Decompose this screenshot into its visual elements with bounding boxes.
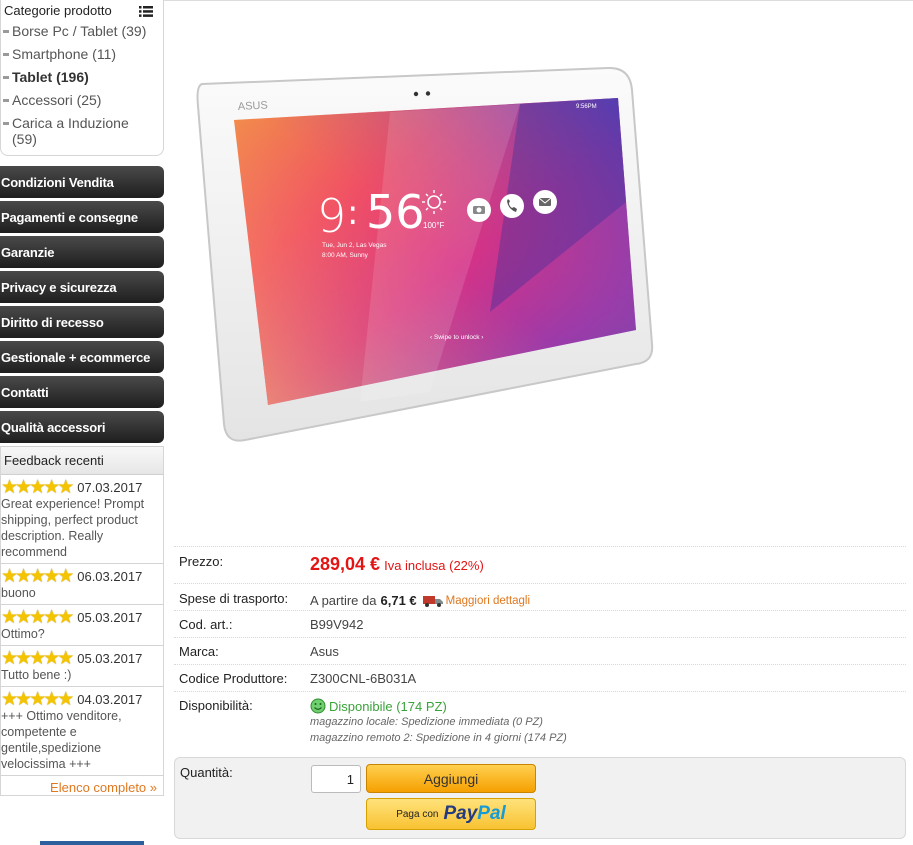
stock-local-note: magazzino locale: Spedizione immediata (… (310, 716, 543, 728)
category-item-carica-induzione[interactable]: Carica a Induzione (59) (1, 115, 163, 147)
categories-header: Categorie prodotto (1, 0, 163, 20)
categories-panel: Categorie prodotto Borse Pc / Tablet (39… (0, 0, 164, 156)
feedback-item: ★ ★ ★ ★ ★ 04.03.2017 +++ Ottimo venditore, c… (1, 687, 163, 776)
add-to-cart-panel: Quantità: Aggiungi Paga con PayPal (174, 757, 906, 839)
sidebar: Categorie prodotto Borse Pc / Tablet (39… (0, 0, 164, 796)
feedback-item: ★ ★ ★ ★ ★ 05.03.2017 Tutto bene :) (1, 646, 163, 687)
star-rating: ★ ★ ★ ★ ★ (1, 607, 75, 628)
unlock-hint: ‹ Swipe to unlock › (430, 334, 483, 341)
top-divider (164, 0, 913, 1)
shipping-row: Spese di trasporto: A partire da 6,71 € … (174, 583, 906, 610)
product-image[interactable]: ASUS 9:56PM 9 : 56 100°F Tue, Jun 2, Las… (190, 62, 660, 447)
category-list: Borse Pc / Tablet (39) Smartphone (11) T… (1, 20, 163, 147)
brand-label: Marca: (179, 644, 219, 659)
feedback-panel: Feedback recenti ★ ★ ★ ★ ★ 07.03.2017 Great … (0, 446, 164, 796)
paypal-button[interactable]: Paga con Pay Pal (366, 798, 536, 830)
feedback-more-link[interactable]: Elenco completo » (1, 776, 163, 795)
nav-qualita-accessori[interactable]: Qualità accessori (0, 411, 164, 443)
star-rating: ★ ★ ★ ★ ★ (1, 689, 75, 710)
feedback-title: Feedback recenti (1, 446, 163, 475)
feedback-item: ★ ★ ★ ★ ★ 05.03.2017 Ottimo? (1, 605, 163, 646)
product-info-table: Prezzo: 289,04 € Iva inclusa (22%) Spese … (174, 546, 906, 747)
code-row: Cod. art.: B99V942 (174, 610, 906, 637)
nav-contatti[interactable]: Contatti (0, 376, 164, 408)
categories-title: Categorie prodotto (4, 2, 112, 18)
availability-status: Disponibile (174 PZ) (329, 698, 447, 714)
availability-label: Disponibilità: (179, 698, 253, 713)
product-code: B99V942 (310, 617, 364, 632)
list-icon[interactable] (139, 5, 153, 17)
feedback-date: 04.03.2017 (77, 692, 143, 707)
star-icon: ★ (57, 566, 75, 587)
weather-temp: 100°F (423, 221, 445, 230)
code-label: Cod. art.: (179, 617, 233, 632)
feedback-date: 07.03.2017 (77, 480, 143, 495)
shipping-cost: 6,71 € (380, 593, 417, 608)
price-label: Prezzo: (179, 554, 224, 569)
star-icon: ★ (57, 477, 75, 498)
smiley-icon (310, 698, 326, 714)
availability-row: Disponibilità: Disponibile (174 PZ) maga… (174, 691, 906, 747)
product-price: 289,04 € (310, 554, 381, 574)
nav-pagamenti-consegne[interactable]: Pagamenti e consegne (0, 201, 164, 233)
clock-minute: 56 (366, 185, 425, 239)
paypal-logo-pal: Pal (477, 803, 506, 824)
feedback-date: 05.03.2017 (77, 651, 143, 666)
lock-alarm: 8:00 AM, Sunny (322, 252, 369, 259)
quantity-label: Quantità: (180, 765, 233, 780)
feedback-text: Tutto bene :) (1, 668, 72, 682)
add-to-cart-button[interactable]: Aggiungi (366, 764, 536, 793)
feedback-text: Great experience! Prompt shipping, perfe… (1, 497, 145, 559)
vat-text: Iva inclusa (22%) (384, 558, 484, 573)
nav-garanzie[interactable]: Garanzie (0, 236, 164, 268)
phone-icon (500, 194, 524, 218)
feedback-text: buono (1, 586, 36, 600)
nav-condizioni-vendita[interactable]: Condizioni Vendita (0, 166, 164, 198)
feedback-date: 05.03.2017 (77, 610, 143, 625)
category-item-smartphone[interactable]: Smartphone (11) (1, 46, 163, 62)
shipping-prefix: A partire da (310, 593, 377, 608)
star-icon: ★ (57, 648, 75, 669)
star-rating: ★ ★ ★ ★ ★ (1, 648, 75, 669)
star-rating: ★ ★ ★ ★ ★ (1, 477, 75, 498)
camera-icon (467, 198, 491, 222)
mpn-row: Codice Produttore: Z300CNL-6B031A (174, 664, 906, 691)
star-icon: ★ (57, 689, 75, 710)
feedback-item: ★ ★ ★ ★ ★ 06.03.2017 buono (1, 564, 163, 605)
star-rating: ★ ★ ★ ★ ★ (1, 566, 75, 587)
feedback-text: Ottimo? (1, 627, 45, 641)
shipping-details-link[interactable]: Maggiori dettagli (446, 595, 530, 607)
nav-diritto-recesso[interactable]: Diritto di recesso (0, 306, 164, 338)
feedback-date: 06.03.2017 (77, 569, 143, 584)
brand-row: Marca: Asus (174, 637, 906, 664)
bottom-blue-bar (40, 841, 144, 845)
nav-privacy-sicurezza[interactable]: Privacy e sicurezza (0, 271, 164, 303)
clock-hour: 9 (317, 189, 346, 243)
price-row: Prezzo: 289,04 € Iva inclusa (22%) (174, 546, 906, 583)
category-item-accessori[interactable]: Accessori (25) (1, 92, 163, 108)
paypal-logo-pay: Pay (443, 803, 478, 824)
status-bar-time: 9:56PM (576, 104, 597, 110)
star-icon: ★ (57, 607, 75, 628)
quantity-input[interactable] (311, 765, 361, 793)
product-mpn: Z300CNL-6B031A (310, 671, 417, 686)
truck-icon (422, 595, 443, 607)
message-icon (533, 190, 557, 214)
nav-gestionale-ecommerce[interactable]: Gestionale + ecommerce (0, 341, 164, 373)
feedback-text: +++ Ottimo venditore, competente e genti… (1, 709, 122, 771)
lock-date: Tue, Jun 2, Las Vegas (322, 242, 387, 249)
clock-colon: : (347, 193, 358, 233)
info-nav: Condizioni Vendita Pagamenti e consegne … (0, 166, 164, 443)
product-brand: Asus (310, 644, 339, 659)
stock-remote-note: magazzino remoto 2: Spedizione in 4 gior… (310, 732, 567, 744)
tablet-brand-text: ASUS (238, 99, 269, 113)
category-item-borse[interactable]: Borse Pc / Tablet (39) (1, 23, 163, 39)
mpn-label: Codice Produttore: (179, 671, 288, 686)
shipping-label: Spese di trasporto: (179, 591, 289, 606)
paypal-prefix: Paga con (396, 808, 439, 820)
feedback-item: ★ ★ ★ ★ ★ 07.03.2017 Great experience! Promp… (1, 475, 163, 564)
category-item-tablet[interactable]: Tablet (196) (1, 69, 163, 85)
